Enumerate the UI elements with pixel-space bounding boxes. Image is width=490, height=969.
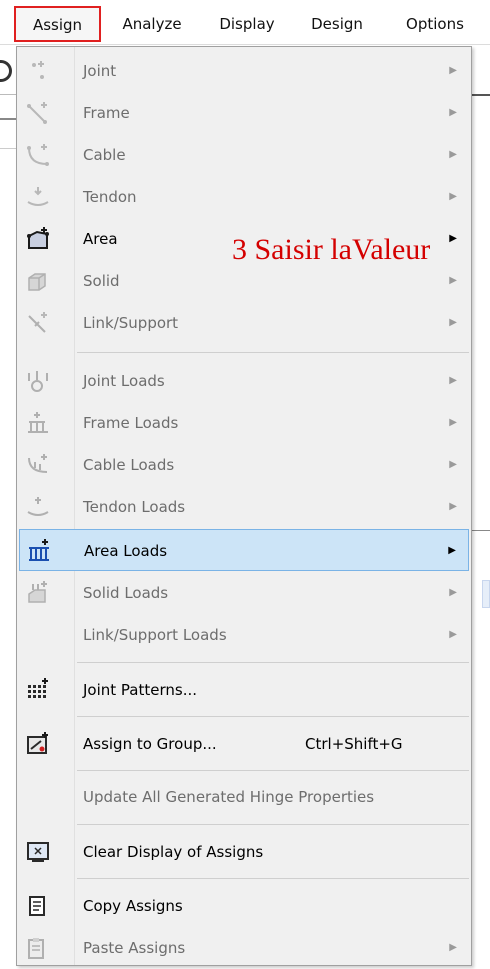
tendon-loads-icon xyxy=(23,492,53,522)
menu-item-cable-loads[interactable]: Cable Loads ▶ xyxy=(19,444,469,486)
menu-item-label: Joint Patterns... xyxy=(83,681,198,699)
menu-separator xyxy=(77,662,469,663)
menu-item-label: Assign to Group... xyxy=(83,735,217,753)
menu-item-clear-display-assigns[interactable]: Clear Display of Assigns xyxy=(19,831,469,873)
submenu-arrow-icon: ▶ xyxy=(449,149,457,160)
annotation-text: 3 Saisir laValeur xyxy=(232,233,431,266)
submenu-arrow-icon: ▶ xyxy=(449,191,457,202)
menu-item-assign-to-group[interactable]: Assign to Group... Ctrl+Shift+G xyxy=(19,723,469,765)
background-divider xyxy=(472,94,490,96)
menu-item-label: Joint Loads xyxy=(83,372,165,390)
menu-item-solid-loads[interactable]: Solid Loads ▶ xyxy=(19,572,469,614)
menu-item-update-hinge-properties[interactable]: Update All Generated Hinge Properties xyxy=(19,776,469,818)
menu-item-joint-loads[interactable]: Joint Loads ▶ xyxy=(19,360,469,402)
menu-design[interactable]: Design xyxy=(298,9,376,39)
menu-analyze[interactable]: Analyze xyxy=(108,9,196,39)
menu-item-link-support[interactable]: Link/Support ▶ xyxy=(19,302,469,344)
joint-loads-icon xyxy=(23,366,53,396)
menu-item-label: Solid xyxy=(83,272,120,290)
menu-item-tendon[interactable]: Tendon ▶ xyxy=(19,176,469,218)
assign-dropdown-menu: Joint ▶ Frame ▶ Cable ▶ Tendon ▶ Area ▶ xyxy=(16,46,472,966)
joint-patterns-icon xyxy=(23,675,53,705)
submenu-edge xyxy=(482,580,490,608)
menu-item-label: Tendon xyxy=(83,188,137,206)
submenu-arrow-icon: ▶ xyxy=(449,317,457,328)
copy-assigns-icon xyxy=(23,891,53,921)
toolbar-divider xyxy=(0,148,16,149)
background-window-right xyxy=(472,44,490,966)
submenu-arrow-icon: ▶ xyxy=(449,375,457,386)
background-window xyxy=(0,45,16,966)
link-support-icon xyxy=(23,308,53,338)
menu-item-label: Clear Display of Assigns xyxy=(83,843,264,861)
tendon-icon xyxy=(23,182,53,212)
menu-item-joint[interactable]: Joint ▶ xyxy=(19,50,469,92)
background-divider xyxy=(472,530,490,531)
menu-item-frame[interactable]: Frame ▶ xyxy=(19,92,469,134)
submenu-arrow-icon: ▶ xyxy=(448,545,456,556)
menu-item-shortcut: Ctrl+Shift+G xyxy=(305,735,403,753)
menu-item-label: Cable Loads xyxy=(83,456,175,474)
clear-display-icon xyxy=(23,837,53,867)
menu-item-label: Copy Assigns xyxy=(83,897,183,915)
frame-loads-icon xyxy=(23,408,53,438)
toolbar-divider xyxy=(0,94,16,95)
solid-icon xyxy=(23,266,53,296)
menu-item-label: Paste Assigns xyxy=(83,939,186,957)
assign-group-icon xyxy=(23,729,53,759)
menu-item-link-support-loads[interactable]: Link/Support Loads ▶ xyxy=(19,614,469,656)
menu-item-label: Solid Loads xyxy=(83,584,169,602)
menu-item-tendon-loads[interactable]: Tendon Loads ▶ xyxy=(19,486,469,528)
menu-item-label: Area Loads xyxy=(84,542,168,560)
frame-icon xyxy=(23,98,53,128)
menu-item-label: Frame xyxy=(83,104,130,122)
menu-assign[interactable]: Assign xyxy=(14,6,101,42)
submenu-arrow-icon: ▶ xyxy=(449,629,457,640)
menu-item-label: Joint xyxy=(83,62,117,80)
menu-item-label: Cable xyxy=(83,146,126,164)
menu-item-area-loads[interactable]: Area Loads ▶ xyxy=(19,529,469,571)
menu-separator xyxy=(77,716,469,717)
menu-separator xyxy=(77,824,469,825)
menu-item-frame-loads[interactable]: Frame Loads ▶ xyxy=(19,402,469,444)
area-loads-icon xyxy=(24,536,54,566)
menu-item-label: Link/Support xyxy=(83,314,179,332)
menu-item-joint-patterns[interactable]: Joint Patterns... xyxy=(19,669,469,711)
area-icon xyxy=(23,224,53,254)
menu-item-copy-assigns[interactable]: Copy Assigns xyxy=(19,885,469,927)
menu-item-cable[interactable]: Cable ▶ xyxy=(19,134,469,176)
menu-display[interactable]: Display xyxy=(205,9,289,39)
submenu-arrow-icon: ▶ xyxy=(449,65,457,76)
submenu-arrow-icon: ▶ xyxy=(449,501,457,512)
menu-item-label: Tendon Loads xyxy=(83,498,186,516)
submenu-arrow-icon: ▶ xyxy=(449,942,457,953)
toolbar-divider xyxy=(0,118,16,120)
menu-item-paste-assigns[interactable]: Paste Assigns ▶ xyxy=(19,927,469,969)
menu-item-label: Frame Loads xyxy=(83,414,179,432)
solid-loads-icon xyxy=(23,578,53,608)
menu-separator xyxy=(77,770,469,771)
cable-loads-icon xyxy=(23,450,53,480)
menu-separator xyxy=(77,352,469,353)
submenu-arrow-icon: ▶ xyxy=(449,417,457,428)
paste-assigns-icon xyxy=(23,933,53,963)
joint-icon xyxy=(23,56,53,86)
cable-icon xyxy=(23,140,53,170)
menu-options[interactable]: Options xyxy=(386,9,484,39)
menu-item-label: Link/Support Loads xyxy=(83,626,227,644)
menu-bar: Assign Analyze Display Design Options xyxy=(0,0,490,45)
submenu-arrow-icon: ▶ xyxy=(449,459,457,470)
menu-item-label: Update All Generated Hinge Properties xyxy=(83,788,375,806)
menu-separator xyxy=(77,878,469,879)
submenu-arrow-icon: ▶ xyxy=(449,587,457,598)
submenu-arrow-icon: ▶ xyxy=(449,107,457,118)
menu-item-label: Area xyxy=(83,230,118,248)
